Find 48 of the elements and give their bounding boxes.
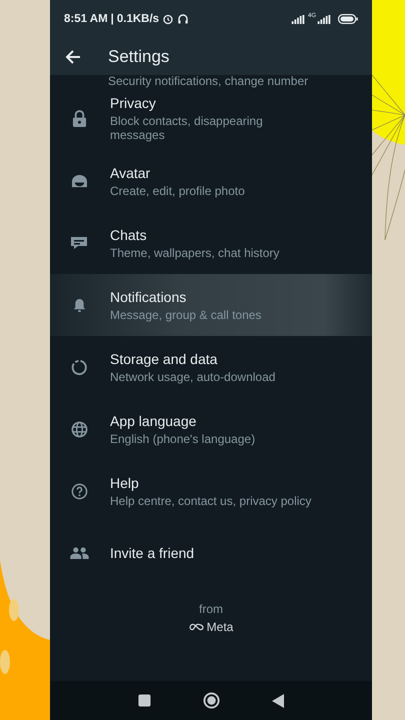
setting-subtitle: Block contacts, disappearing messages bbox=[110, 114, 264, 142]
status-speed: 0.1KB/s bbox=[116, 13, 160, 25]
setting-title: Notifications bbox=[110, 288, 188, 304]
brand-label: Meta bbox=[206, 620, 234, 634]
setting-title: Storage and data bbox=[110, 350, 218, 366]
headphones-icon bbox=[177, 13, 190, 25]
status-separator: | bbox=[110, 13, 114, 25]
setting-title: Privacy bbox=[110, 95, 157, 111]
settings-item[interactable]: Chats Theme, wallpapers, chat history bbox=[50, 212, 372, 274]
globe-icon bbox=[70, 420, 88, 438]
setting-title: Invite a friend bbox=[110, 545, 194, 561]
settings-item[interactable]: Privacy Block contacts, disappearing messages bbox=[50, 87, 372, 150]
status-time: 8:51 AM bbox=[64, 13, 108, 25]
avatar-icon bbox=[70, 174, 88, 188]
settings-item[interactable]: Storage and data Network usage, auto-download bbox=[50, 336, 372, 398]
setting-title: Avatar bbox=[110, 164, 152, 180]
infinity-logo-icon bbox=[188, 623, 204, 631]
battery-icon bbox=[338, 14, 358, 24]
setting-title: Help bbox=[110, 474, 140, 490]
chat-icon bbox=[70, 236, 88, 250]
setting-subtitle: English (phone's language) bbox=[110, 432, 256, 446]
back-nav-button[interactable] bbox=[272, 694, 284, 708]
setting-subtitle: Help centre, contact us, privacy policy bbox=[110, 494, 312, 508]
from-label: from bbox=[199, 602, 223, 616]
setting-title: Chats bbox=[110, 226, 148, 242]
settings-item[interactable]: Avatar Create, edit, profile photo bbox=[50, 150, 372, 212]
signal-icon bbox=[290, 14, 305, 24]
settings-item[interactable]: Notifications Message, group & call tones bbox=[50, 274, 372, 336]
setting-title: App language bbox=[110, 412, 198, 428]
home-button[interactable] bbox=[203, 692, 220, 709]
setting-subtitle: Theme, wallpapers, chat history bbox=[110, 246, 280, 260]
signal-icon bbox=[317, 14, 331, 24]
bell-icon bbox=[72, 298, 86, 312]
setting-subtitle: Create, edit, profile photo bbox=[110, 184, 245, 198]
help-icon bbox=[70, 482, 88, 500]
settings-item[interactable]: Invite a friend bbox=[50, 522, 372, 584]
recents-button[interactable] bbox=[138, 694, 151, 707]
page-title: Settings bbox=[108, 46, 170, 66]
lock-icon bbox=[72, 110, 86, 127]
setting-subtitle: Security notifications, change number bbox=[107, 75, 310, 87]
storage-icon bbox=[70, 358, 88, 376]
settings-item[interactable]: Help Help centre, contact us, privacy policy bbox=[50, 460, 372, 522]
alarm-icon bbox=[162, 13, 174, 25]
setting-subtitle: Message, group & call tones bbox=[110, 308, 262, 322]
settings-item[interactable]: App language English (phone's language) bbox=[50, 398, 372, 460]
setting-subtitle: Network usage, auto-download bbox=[110, 370, 276, 384]
people-icon bbox=[70, 547, 88, 559]
back-button[interactable] bbox=[64, 48, 81, 65]
